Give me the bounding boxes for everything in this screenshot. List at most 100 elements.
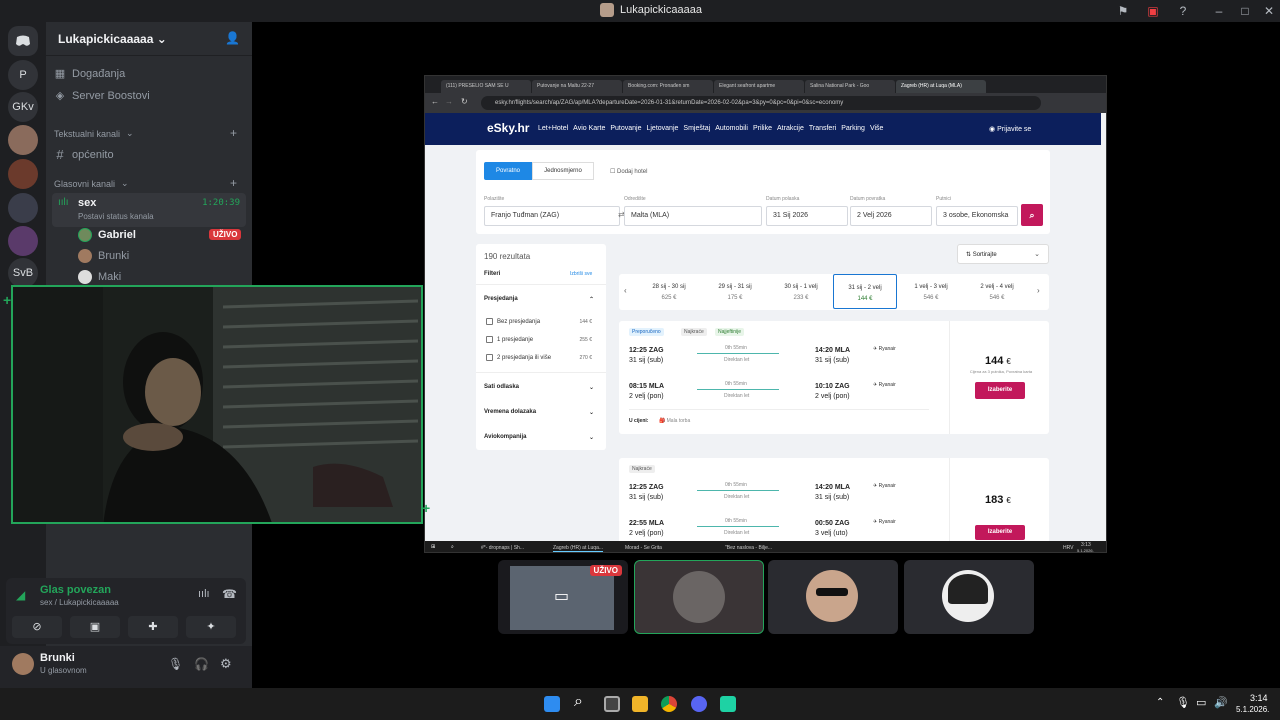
webcam-stream[interactable] (11, 285, 423, 524)
task-view-icon[interactable] (604, 696, 620, 712)
return-date-field[interactable]: 2 Velj 2026 (850, 206, 932, 226)
stops-filter-option[interactable]: Bez presjedanja 144 € (486, 318, 592, 325)
text-category[interactable]: Tekstualni kanali ⌄ (54, 128, 134, 139)
nav-link[interactable]: Let+Hotel (538, 125, 568, 132)
screen-icon[interactable]: ▣ (1146, 4, 1160, 18)
microphone-icon[interactable]: 🎙 (168, 657, 183, 671)
clear-filters-link[interactable]: Izbriši sve (570, 271, 592, 277)
back-icon[interactable]: ← (431, 97, 439, 106)
esky-logo[interactable]: eSky.hr (487, 121, 529, 135)
passengers-field[interactable]: 3 osobe, Ekonomska (936, 206, 1018, 226)
username[interactable]: Brunki (40, 652, 75, 664)
participant-tile[interactable] (768, 560, 898, 634)
date-option[interactable]: 29 sij - 31 sij 175 € (703, 274, 767, 309)
soundboard-button[interactable]: ✦ (186, 616, 236, 638)
settings-gear-icon[interactable]: ⚙ (220, 656, 232, 672)
voice-member[interactable]: Gabriel (78, 228, 136, 242)
forward-icon[interactable]: → (445, 97, 453, 106)
monitor-icon[interactable]: ▭ (1196, 696, 1206, 709)
headphones-icon[interactable]: 🎧 (194, 657, 209, 671)
search-icon[interactable]: ⌕ (574, 693, 583, 711)
help-icon[interactable]: ? (1176, 4, 1190, 18)
checkbox[interactable] (486, 336, 493, 343)
browser-tab[interactable]: Putovanje na Maltu 22-27 (532, 80, 622, 93)
checkbox[interactable] (486, 354, 493, 361)
channel-status[interactable]: Postavi status kanala (78, 212, 154, 221)
microphone-icon[interactable]: 🎙 (1176, 696, 1190, 709)
select-offer-button[interactable]: Izaberite (975, 382, 1025, 399)
disconnect-icon[interactable]: ☎ (222, 587, 237, 601)
chevron-left-icon[interactable]: ‹ (624, 286, 627, 295)
server-icon[interactable] (8, 159, 38, 189)
sort-dropdown[interactable]: ⇅ Sortirajte ⌄ (957, 244, 1049, 264)
app-icon[interactable] (720, 696, 736, 712)
departure-times-section[interactable]: Sati odlaska ⌄ (484, 384, 598, 391)
server-icon[interactable] (8, 226, 38, 256)
date-option[interactable]: 1 velj - 3 velj 546 € (899, 274, 963, 309)
arrival-times-section[interactable]: Vremena dolazaka ⌄ (484, 409, 598, 416)
login-link[interactable]: ◉ Prijavite se (989, 125, 1031, 133)
clock-date[interactable]: 5.1.2026. (1236, 705, 1269, 714)
voice-channel-path[interactable]: sex / Lukapickicaaaaa (40, 598, 119, 607)
nav-link[interactable]: Prilike (753, 125, 772, 132)
add-channel-icon[interactable]: + (230, 176, 237, 190)
browser-tab[interactable]: Booking.com: Pronađen sm (623, 80, 713, 93)
reload-icon[interactable]: ↻ (461, 97, 468, 106)
voice-member[interactable]: Maki (78, 270, 121, 284)
server-icon-p[interactable]: P (8, 60, 38, 90)
add-channel-icon[interactable]: + (230, 126, 237, 140)
date-option[interactable]: 2 velj - 4 velj 546 € (965, 274, 1029, 309)
camera-off-button[interactable]: ⊘ (12, 616, 62, 638)
participant-tile[interactable] (904, 560, 1034, 634)
url-field[interactable]: esky.hr/flights/search/ap/ZAG/ap/MLA?dep… (481, 96, 1041, 110)
inbox-icon[interactable]: ⚑ (1116, 4, 1130, 18)
to-field[interactable]: Malta (MLA) (624, 206, 762, 226)
participant-tile[interactable] (634, 560, 764, 634)
nav-link[interactable]: Atrakcije (777, 125, 804, 132)
roundtrip-tab[interactable]: Povratno (484, 162, 532, 180)
voice-channel-sex[interactable]: ıılı sex 1:20:39 Postavi status kanala (52, 193, 246, 227)
stops-filter-option[interactable]: 2 presjedanja ili više 270 € (486, 354, 592, 361)
boosts-item[interactable]: ◈ Server Boostovi (54, 89, 150, 103)
start-icon[interactable] (544, 696, 560, 712)
airline-section[interactable]: Aviokompanija ⌄ (484, 434, 598, 441)
nav-link[interactable]: Automobili (715, 125, 748, 132)
from-field[interactable]: Franjo Tuđman (ZAG) (484, 206, 620, 226)
voice-category[interactable]: Glasovni kanali ⌄ (54, 178, 129, 189)
close-icon[interactable]: ✕ (1262, 4, 1276, 18)
stream-tile[interactable]: ▭ UŽIVO (498, 560, 628, 634)
file-explorer-icon[interactable] (632, 696, 648, 712)
date-option[interactable]: 28 sij - 30 sij 625 € (637, 274, 701, 309)
nav-link[interactable]: Više (870, 125, 884, 132)
discord-icon[interactable] (691, 696, 707, 712)
date-option[interactable]: 30 sij - 1 velj 233 € (769, 274, 833, 309)
avatar[interactable] (12, 653, 34, 675)
nav-link[interactable]: Transferi (809, 125, 836, 132)
nav-link[interactable]: Parking (841, 125, 865, 132)
server-icon[interactable] (8, 125, 38, 155)
minimize-icon[interactable]: – (1212, 4, 1226, 18)
server-folder-icon[interactable] (8, 193, 38, 223)
nav-link[interactable]: Putovanje (610, 125, 641, 132)
search-button[interactable]: ⌕ (1021, 204, 1043, 226)
resize-handle[interactable]: + (3, 292, 11, 308)
departure-date-field[interactable]: 31 Sij 2026 (766, 206, 848, 226)
select-offer-button[interactable]: Izaberite (975, 525, 1025, 540)
server-header[interactable]: Lukapickicaaaaa ⌄ 👤 (46, 22, 252, 56)
nav-link[interactable]: Ljetovanje (646, 125, 678, 132)
maximize-icon[interactable]: □ (1238, 4, 1252, 18)
add-member-icon[interactable]: 👤 (225, 31, 240, 45)
date-option-selected[interactable]: 31 sij - 2 velj 144 € (833, 274, 897, 309)
stops-section-header[interactable]: Presjedanja ⌃ (484, 296, 598, 303)
volume-icon[interactable]: 🔊 (1214, 696, 1228, 709)
resize-handle[interactable]: + (422, 500, 430, 516)
chrome-icon[interactable] (661, 696, 677, 712)
server-icon-svb[interactable]: SvB (8, 258, 38, 288)
chevron-up-icon[interactable]: ⌃ (1156, 697, 1164, 708)
oneway-tab[interactable]: Jednosmjerno (532, 162, 594, 180)
browser-tab[interactable]: Salina National Park - Goo (805, 80, 895, 93)
channel-item-general[interactable]: # općenito (54, 147, 113, 162)
browser-tab[interactable]: Elegant seafront apartme (714, 80, 804, 93)
screen-share-button[interactable]: ▣ (70, 616, 120, 638)
nav-link[interactable]: Smještaj (683, 125, 710, 132)
